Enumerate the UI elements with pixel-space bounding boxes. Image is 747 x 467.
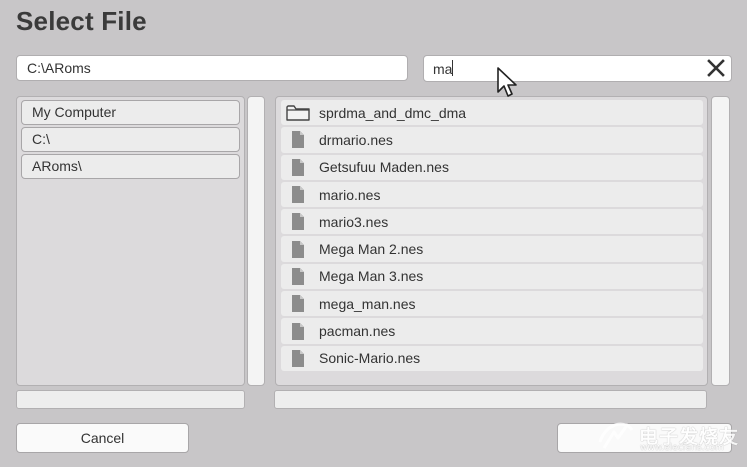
cancel-button[interactable]: Cancel <box>16 423 189 453</box>
file-list-panel: sprdma_and_dmc_dma drmario.nes Getsufuu … <box>275 96 708 386</box>
file-name: mario.nes <box>319 186 381 203</box>
watermark-url: www.elecfans.com <box>640 443 724 453</box>
breadcrumb: My Computer C:\ ARoms\ <box>21 100 240 181</box>
breadcrumb-item-aroms[interactable]: ARoms\ <box>21 154 240 179</box>
file-icon <box>284 131 312 149</box>
file-name: Getsufuu Maden.nes <box>319 159 449 176</box>
file-icon <box>284 158 312 176</box>
file-icon <box>284 213 312 231</box>
search-input[interactable] <box>423 55 732 82</box>
location-scrollbar[interactable] <box>247 96 265 386</box>
breadcrumb-item-c-drive[interactable]: C:\ <box>21 127 240 152</box>
list-item[interactable]: pacman.nes <box>281 318 703 344</box>
file-list-scrollbar[interactable] <box>711 96 730 386</box>
file-icon <box>284 240 312 258</box>
close-icon <box>707 59 725 77</box>
file-name: pacman.nes <box>319 323 396 340</box>
file-icon <box>284 349 312 367</box>
file-name: sprdma_and_dmc_dma <box>319 104 467 121</box>
list-item-folder[interactable]: sprdma_and_dmc_dma <box>281 100 703 126</box>
list-item[interactable]: mega_man.nes <box>281 291 703 317</box>
file-name: drmario.nes <box>319 131 393 148</box>
text-caret <box>452 60 453 76</box>
file-name: Mega Man 2.nes <box>319 241 424 258</box>
dialog-title: Select File <box>16 6 147 36</box>
file-name: Sonic-Mario.nes <box>319 350 421 367</box>
file-icon <box>284 322 312 340</box>
select-file-dialog: Select File My Computer C:\ ARoms\ <box>0 0 747 467</box>
clear-search-button[interactable] <box>703 56 729 80</box>
file-status-bar <box>274 390 707 409</box>
list-item[interactable]: Mega Man 2.nes <box>281 236 703 262</box>
file-icon <box>284 186 312 204</box>
location-status-bar <box>16 390 245 409</box>
mouse-cursor-icon <box>497 67 519 104</box>
path-input[interactable] <box>16 55 408 81</box>
file-icon <box>284 295 312 313</box>
file-list: sprdma_and_dmc_dma drmario.nes Getsufuu … <box>281 100 703 373</box>
watermark: 电子发烧友 www.elecfans.com <box>596 418 739 453</box>
watermark-logo-icon <box>598 422 634 449</box>
file-icon <box>284 267 312 285</box>
list-item[interactable]: drmario.nes <box>281 127 703 153</box>
location-panel: My Computer C:\ ARoms\ <box>16 96 245 386</box>
list-item[interactable]: mario.nes <box>281 181 703 208</box>
list-item[interactable]: Mega Man 3.nes <box>281 263 703 290</box>
file-name: mario3.nes <box>319 213 389 230</box>
breadcrumb-item-my-computer[interactable]: My Computer <box>21 100 240 125</box>
list-item[interactable]: Sonic-Mario.nes <box>281 345 703 371</box>
list-item[interactable]: Getsufuu Maden.nes <box>281 154 703 180</box>
folder-icon <box>284 104 312 122</box>
list-item[interactable]: mario3.nes <box>281 209 703 235</box>
file-name: mega_man.nes <box>319 295 416 312</box>
file-name: Mega Man 3.nes <box>319 268 424 285</box>
